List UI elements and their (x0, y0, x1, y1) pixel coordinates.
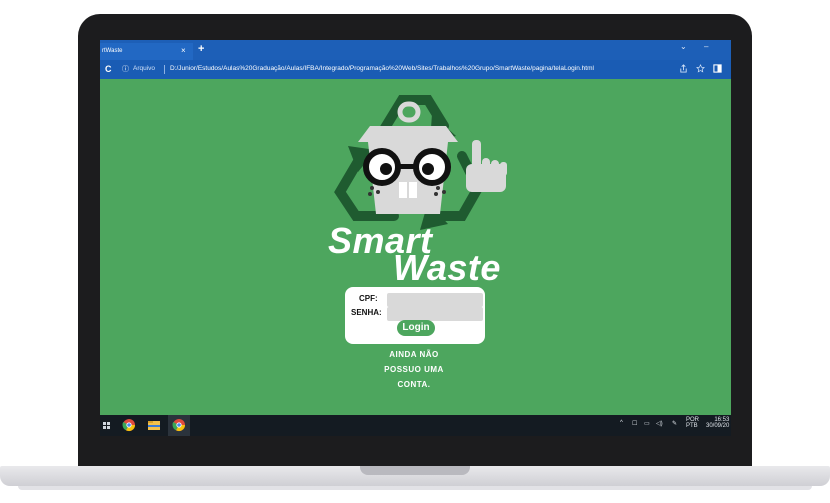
file-explorer-icon[interactable] (147, 418, 161, 433)
language-indicator[interactable]: POR PTB (686, 417, 699, 429)
reload-icon[interactable]: C (105, 64, 112, 74)
sidebar-panel-icon[interactable] (713, 64, 722, 75)
signup-line-1: AINDA NÃO (389, 350, 439, 359)
browser-tab[interactable]: rtWaste × (100, 43, 193, 60)
info-icon[interactable]: ⓘ (122, 64, 129, 74)
tab-list-chevron-icon[interactable]: ⌄ (680, 42, 687, 51)
tray-network-icon[interactable]: ☐ (632, 420, 637, 427)
signup-link[interactable]: AINDA NÃO POSSUO UMA CONTA. (362, 347, 466, 392)
taskbar: ^ ☐ ▭ ◁) ✎ POR PTB 16:53 30/09/20 (100, 415, 731, 436)
tray-pen-icon[interactable]: ✎ (672, 420, 677, 427)
tab-title: rtWaste (102, 48, 123, 54)
new-tab-icon[interactable]: + (198, 43, 204, 55)
cpf-label: CPF: (359, 294, 378, 303)
tray-display-icon[interactable]: ▭ (644, 420, 650, 427)
clock[interactable]: 16:53 30/09/20 (706, 417, 729, 429)
senha-label: SENHA: (351, 308, 382, 317)
protocol-label: Arquivo (133, 65, 156, 72)
chrome-active-icon[interactable] (168, 415, 190, 436)
url-field[interactable]: D:/Junior/Estudos/Aulas%20Graduação/Aula… (170, 65, 594, 72)
address-separator (164, 65, 165, 74)
language-bottom: PTB (686, 423, 698, 429)
signup-line-2: POSSUO UMA (384, 365, 444, 374)
signup-line-3: CONTA. (397, 380, 431, 389)
browser-tab-bar: rtWaste × + ⌄ – (100, 40, 731, 60)
tab-close-icon[interactable]: × (181, 46, 186, 55)
laptop-base-shadow (18, 486, 812, 490)
cpf-input[interactable] (387, 293, 483, 307)
senha-input[interactable] (387, 307, 483, 321)
screen: rtWaste × + ⌄ – C ⓘ Arquivo D:/Junior/Es… (100, 40, 731, 436)
task-view-icon[interactable] (102, 418, 112, 433)
minimize-icon[interactable]: – (704, 42, 708, 51)
tray-chevron-icon[interactable]: ^ (620, 420, 623, 426)
star-icon[interactable] (696, 64, 705, 75)
login-button[interactable]: Login (397, 320, 435, 336)
address-bar: C ⓘ Arquivo D:/Junior/Estudos/Aulas%20Gr… (100, 60, 731, 79)
brand-waste: Waste (393, 247, 501, 288)
tray-volume-icon[interactable]: ◁) (656, 420, 663, 427)
clock-date: 30/09/20 (706, 423, 730, 429)
laptop-notch (360, 466, 470, 475)
share-icon[interactable] (679, 64, 688, 75)
chrome-icon[interactable] (122, 418, 136, 433)
login-card: CPF: SENHA: Login (345, 287, 485, 344)
smart-waste-logo (334, 95, 507, 230)
